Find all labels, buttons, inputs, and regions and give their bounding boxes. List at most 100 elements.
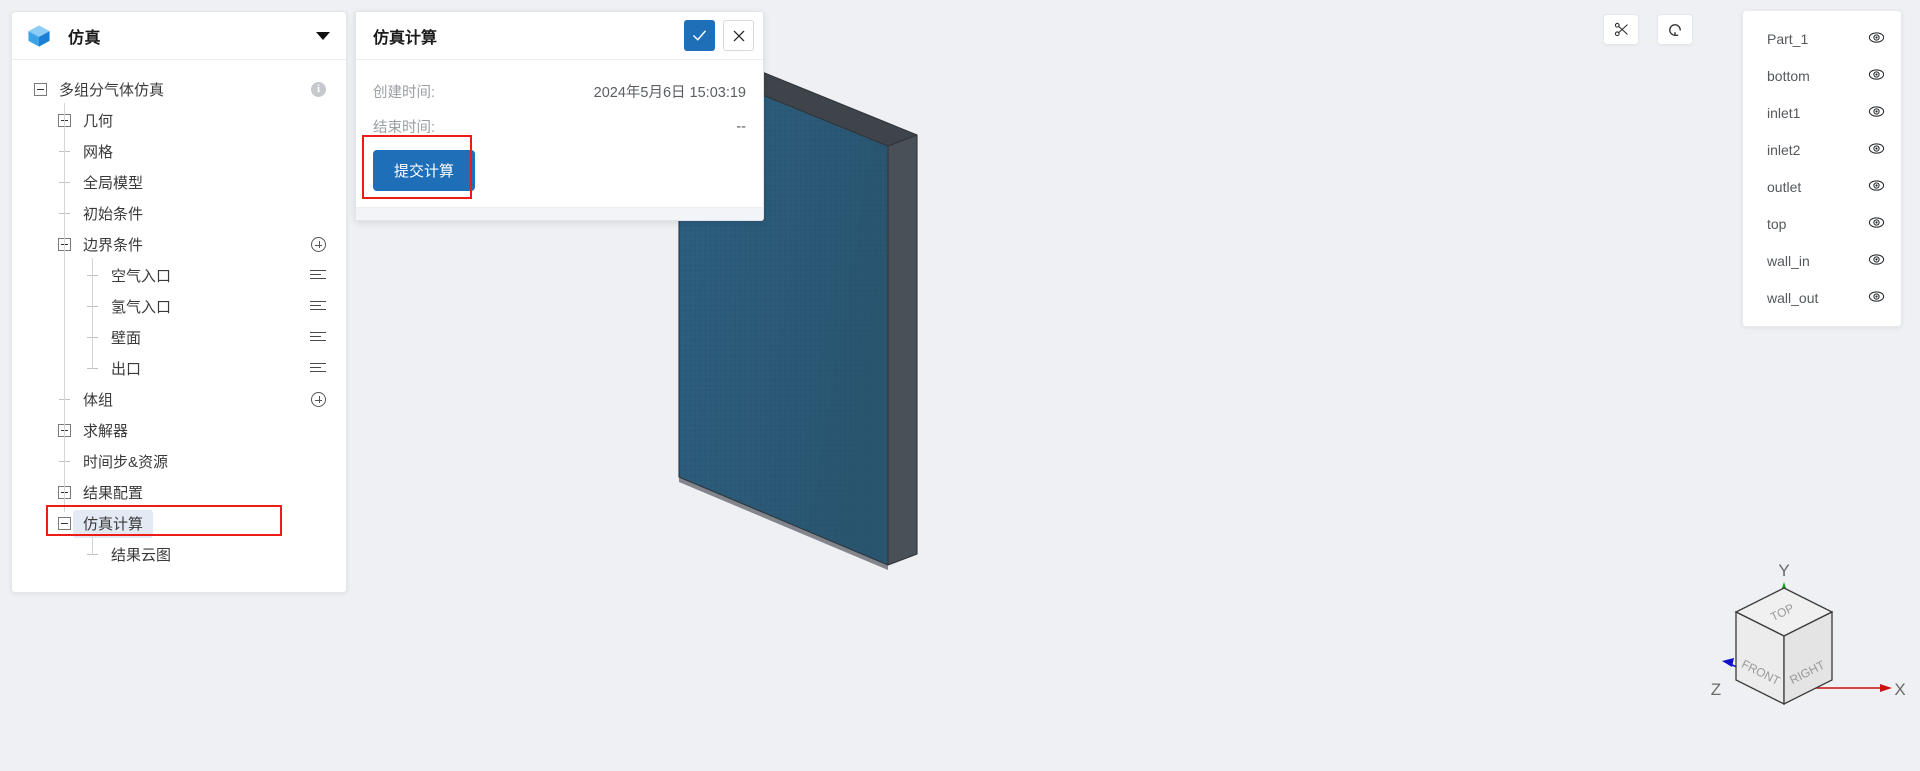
confirm-button[interactable] xyxy=(684,20,715,51)
item-properties-button[interactable] xyxy=(310,300,326,313)
tree-item-label: 几何 xyxy=(83,112,114,130)
collapse-icon[interactable] xyxy=(58,517,71,530)
tree-item-13[interactable]: 结果配置 xyxy=(12,477,346,508)
rotate-icon xyxy=(1669,23,1681,36)
tree-item-7[interactable]: 氢气入口 xyxy=(12,291,346,322)
tree-item-label-wrap: 氢气入口 xyxy=(101,293,181,321)
finished-time-value: -- xyxy=(736,118,746,135)
part-name: wall_out xyxy=(1767,289,1819,306)
simulation-sidebar: 仿真 多组分气体仿真 i 几何网格全局模型初始条件边界条件空气入口氢气入口壁面出口体… xyxy=(11,11,347,593)
eye-icon[interactable] xyxy=(1868,31,1885,47)
tree-item-15[interactable]: 结果云图 xyxy=(12,539,346,570)
simulation-run-dialog: 仿真计算 创建时间: 2024年5月6日 15:03:19 结束时间: -- 提… xyxy=(355,11,764,221)
collapse-icon[interactable] xyxy=(34,83,47,96)
part-row[interactable]: inlet1 xyxy=(1743,94,1901,131)
tree-item-4[interactable]: 初始条件 xyxy=(12,198,346,229)
item-properties-button[interactable] xyxy=(310,269,326,282)
axis-z-arrow xyxy=(1722,658,1734,667)
tree-item-10[interactable]: 体组 xyxy=(12,384,346,415)
tree-item-6[interactable]: 空气入口 xyxy=(12,260,346,291)
dialog-header: 仿真计算 xyxy=(356,12,763,60)
part-row[interactable]: top xyxy=(1743,205,1901,242)
tree-item-8[interactable]: 壁面 xyxy=(12,322,346,353)
add-item-button[interactable] xyxy=(311,392,326,407)
clip-button[interactable] xyxy=(1603,14,1639,45)
app-title: 仿真 xyxy=(68,29,102,47)
tree-item-label-wrap: 壁面 xyxy=(101,324,151,352)
tree-item-3[interactable]: 全局模型 xyxy=(12,167,346,198)
dialog-body: 创建时间: 2024年5月6日 15:03:19 结束时间: -- 提交计算 xyxy=(356,60,763,207)
tree-item-9[interactable]: 出口 xyxy=(12,353,346,384)
eye-icon[interactable] xyxy=(1868,216,1885,232)
part-row[interactable]: wall_in xyxy=(1743,242,1901,279)
eye-icon[interactable] xyxy=(1868,179,1885,195)
part-name: inlet1 xyxy=(1767,104,1801,121)
tree-guide-line xyxy=(92,258,93,369)
chevron-down-icon[interactable] xyxy=(316,31,330,40)
tree-item-1[interactable]: 几何 xyxy=(12,105,346,136)
tree-item-label: 全局模型 xyxy=(83,174,144,192)
tree-item-label-wrap: 体组 xyxy=(73,386,123,414)
part-row[interactable]: wall_out xyxy=(1743,279,1901,316)
axis-x-arrow xyxy=(1880,684,1892,692)
tree-item-label-wrap: 网格 xyxy=(73,138,123,166)
eye-icon[interactable] xyxy=(1868,105,1885,121)
finished-time-label: 结束时间: xyxy=(373,120,436,136)
list-lines-icon xyxy=(310,300,326,313)
part-name: outlet xyxy=(1767,178,1802,195)
add-item-button[interactable] xyxy=(311,237,326,252)
project-tree: 多组分气体仿真 i 几何网格全局模型初始条件边界条件空气入口氢气入口壁面出口体组求解… xyxy=(12,60,346,592)
view-toolbar xyxy=(1603,14,1693,45)
tree-item-label-wrap: 全局模型 xyxy=(73,169,153,197)
tree-item-2[interactable]: 网格 xyxy=(12,136,346,167)
eye-icon[interactable] xyxy=(1868,142,1885,158)
part-row[interactable]: outlet xyxy=(1743,168,1901,205)
axis-y-label: Y xyxy=(1778,564,1789,580)
part-row[interactable]: bottom xyxy=(1743,57,1901,94)
parts-panel: Part_1bottom inlet1 inlet2 outlet top wall_in… xyxy=(1742,10,1902,327)
check-icon xyxy=(693,30,706,41)
tree-item-label-wrap: 初始条件 xyxy=(73,200,153,228)
info-icon[interactable]: i xyxy=(311,82,326,97)
plus-circle-icon xyxy=(311,237,326,252)
cube-logo-icon xyxy=(28,24,50,47)
navigation-cube[interactable]: TOP FRONT RIGHT Y X Z xyxy=(1708,564,1908,739)
item-properties-button[interactable] xyxy=(310,331,326,344)
plus-circle-icon xyxy=(311,392,326,407)
tree-item-label: 时间步&资源 xyxy=(83,453,169,471)
created-time-row: 创建时间: 2024年5月6日 15:03:19 xyxy=(373,74,746,109)
dialog-title: 仿真计算 xyxy=(373,29,438,47)
finished-time-row: 结束时间: -- xyxy=(373,109,746,144)
tree-item-label: 氢气入口 xyxy=(111,298,172,316)
tree-item-label: 壁面 xyxy=(111,329,142,347)
close-button[interactable] xyxy=(723,20,754,51)
eye-icon[interactable] xyxy=(1868,68,1885,84)
tree-item-label: 边界条件 xyxy=(83,236,144,254)
item-properties-button[interactable] xyxy=(310,362,326,375)
reset-view-button[interactable] xyxy=(1657,14,1693,45)
close-icon xyxy=(733,30,744,41)
list-lines-icon xyxy=(310,362,326,375)
created-time-value: 2024年5月6日 15:03:19 xyxy=(593,85,746,101)
tree-item-5[interactable]: 边界条件 xyxy=(12,229,346,260)
tree-item-label-wrap: 求解器 xyxy=(73,417,138,445)
submit-calculation-button[interactable]: 提交计算 xyxy=(373,150,476,191)
tree-guide-line xyxy=(64,103,65,512)
tree-item-label: 空气入口 xyxy=(111,267,172,285)
tree-item-label-wrap: 几何 xyxy=(73,107,123,135)
tree-item-12[interactable]: 时间步&资源 xyxy=(12,446,346,477)
eye-icon[interactable] xyxy=(1868,253,1885,269)
tree-item-label: 初始条件 xyxy=(83,205,144,223)
tree-item-11[interactable]: 求解器 xyxy=(12,415,346,446)
tree-item-label: 出口 xyxy=(111,360,142,378)
tree-item-label-wrap: 空气入口 xyxy=(101,262,181,290)
tree-item-label: 结果云图 xyxy=(111,546,172,564)
eye-icon[interactable] xyxy=(1868,290,1885,306)
tree-item-0[interactable]: 多组分气体仿真 i xyxy=(12,74,346,105)
part-row[interactable]: inlet2 xyxy=(1743,131,1901,168)
part-name: bottom xyxy=(1767,67,1810,84)
tree-item-14[interactable]: 仿真计算 xyxy=(12,508,346,539)
part-name: top xyxy=(1767,215,1787,232)
part-name: wall_in xyxy=(1767,252,1810,269)
part-row[interactable]: Part_1 xyxy=(1743,20,1901,57)
